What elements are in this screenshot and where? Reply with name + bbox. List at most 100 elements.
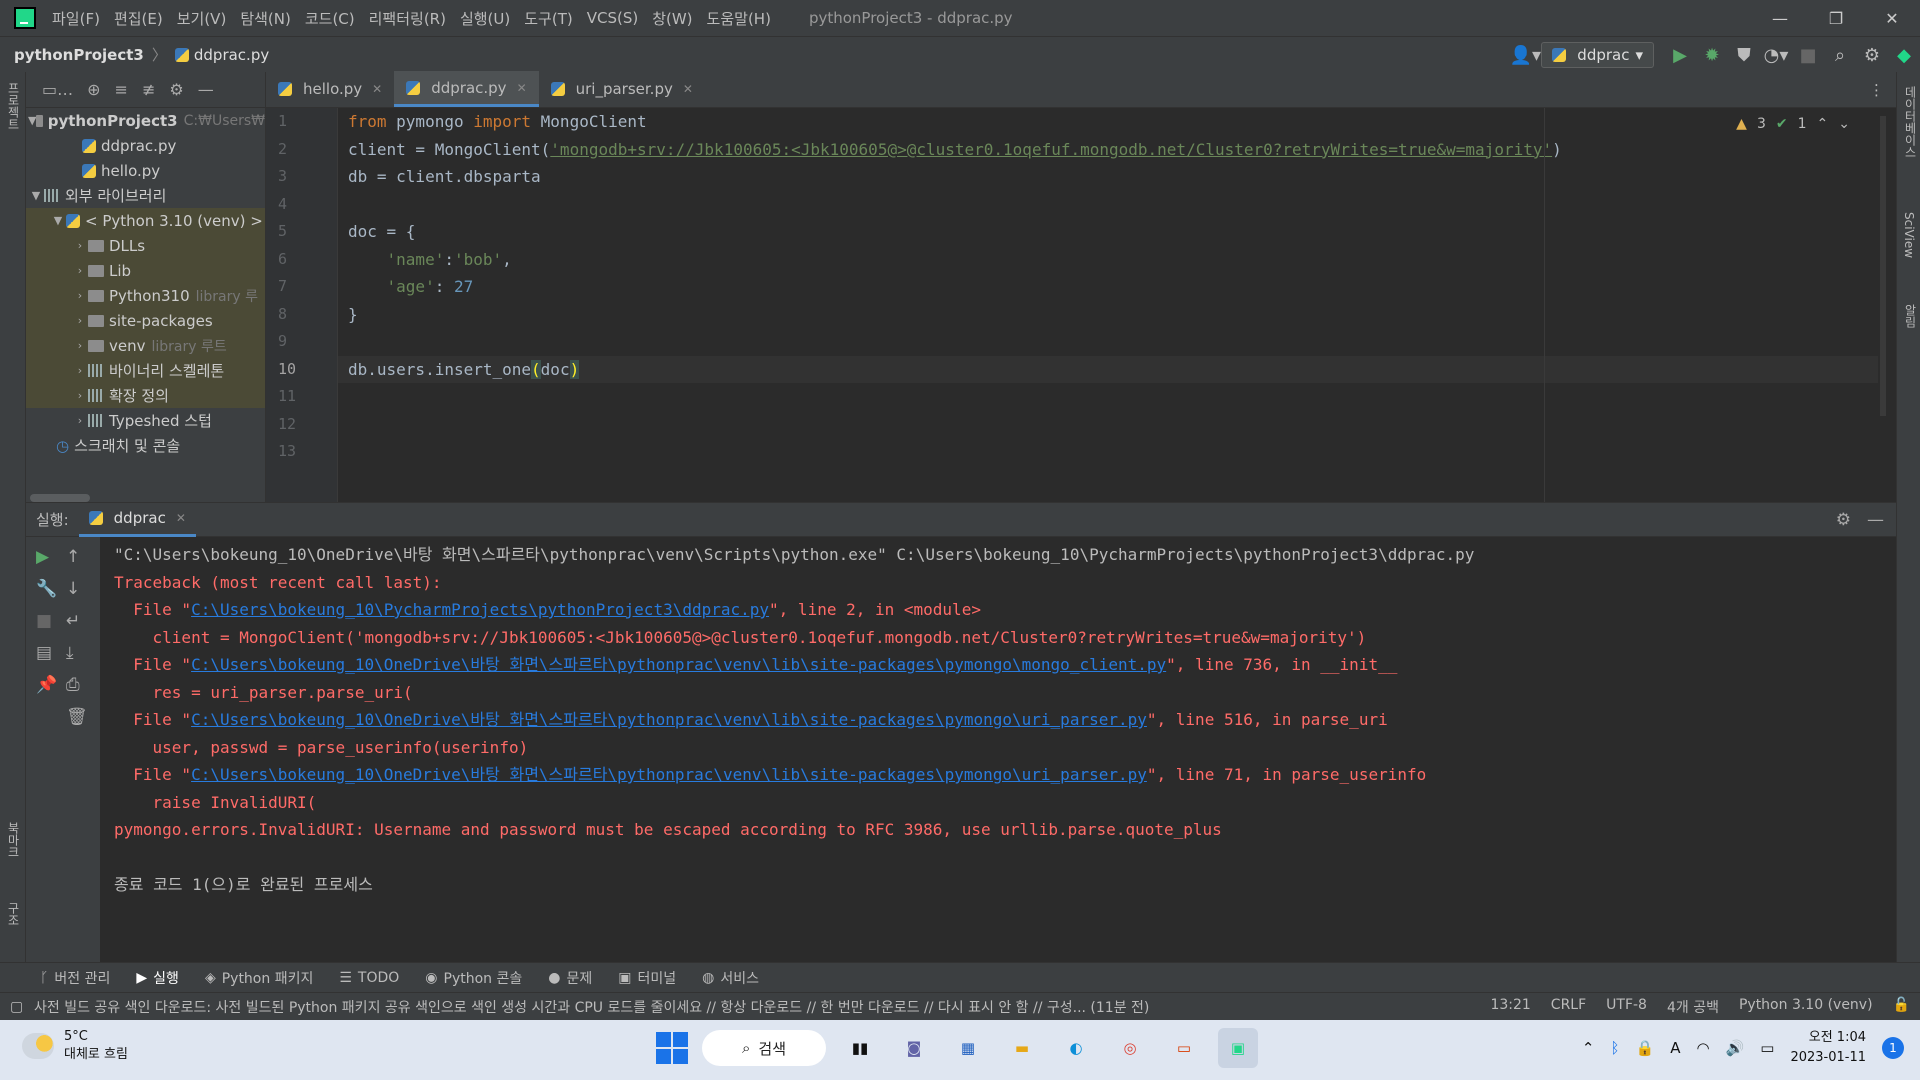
file-encoding[interactable]: UTF-8 [1606, 997, 1647, 1017]
sciview-tool-button[interactable]: SciView [1902, 212, 1916, 258]
line-separator[interactable]: CRLF [1551, 997, 1586, 1017]
rerun-icon[interactable]: ▶ [36, 547, 57, 567]
caret-position[interactable]: 13:21 [1490, 997, 1530, 1017]
stop-icon[interactable]: ■ [1792, 37, 1824, 73]
project-tool-button[interactable]: 프로젝트 [5, 82, 22, 130]
soft-wrap-icon[interactable]: ↵ [66, 611, 88, 631]
arrow-up-icon[interactable]: ↑ [66, 547, 88, 567]
expand-all-icon[interactable]: ≡ [115, 80, 128, 99]
print-icon[interactable]: ⎙ [66, 675, 88, 695]
tool-tab-services[interactable]: ◍ 서비스 [702, 968, 759, 988]
battery-icon[interactable]: ▭ [1760, 1039, 1774, 1057]
tree-python-env[interactable]: ▼ < Python 3.10 (venv) > [26, 208, 265, 233]
notifications-tool-button[interactable]: 알림 [1902, 304, 1919, 328]
indent-setting[interactable]: 4개 공백 [1667, 997, 1719, 1017]
minimize-button[interactable]: — [1752, 0, 1808, 36]
lock-icon[interactable]: 🔓 [1893, 997, 1910, 1017]
interpreter-selector[interactable]: Python 3.10 (venv) [1739, 997, 1873, 1017]
tree-item-binary-skeletons[interactable]: › 바이너리 스켈레톤 [26, 358, 265, 383]
run-tab-ddprac[interactable]: ddprac ✕ [78, 503, 196, 537]
tree-item-extensions[interactable]: › 확장 정의 [26, 383, 265, 408]
restore-button[interactable]: ❐ [1808, 0, 1864, 36]
file-link[interactable]: C:\Users\bokeung_10\OneDrive\바탕 화면\스파르타\… [191, 655, 1166, 674]
scroll-to-end-icon[interactable]: ⤓ [66, 643, 88, 663]
vertical-scrollbar[interactable] [1880, 116, 1886, 416]
close-icon[interactable]: ✕ [176, 511, 186, 525]
tree-file-ddprac[interactable]: ddprac.py [26, 133, 265, 158]
tool-tab-terminal[interactable]: ▣ 터미널 [618, 968, 676, 988]
trash-icon[interactable]: 🗑 [66, 707, 88, 727]
hide-icon[interactable]: — [1867, 510, 1884, 530]
chrome-icon[interactable]: ◎ [1110, 1028, 1150, 1068]
clock[interactable]: 오전 1:04 2023-01-11 [1790, 1028, 1866, 1068]
database-tool-button[interactable]: 데이터베이스 [1902, 86, 1919, 158]
wrench-icon[interactable]: 🔧 [36, 579, 57, 599]
locate-icon[interactable]: ⊕ [87, 80, 100, 99]
chevron-up-icon[interactable]: ⌃ [1817, 116, 1829, 132]
collapse-all-icon[interactable]: ≢ [142, 80, 155, 99]
tree-root[interactable]: ▼ pythonProject3 C:₩Users₩ [26, 108, 265, 133]
windows-start-icon[interactable] [656, 1032, 688, 1064]
tree-external-libraries[interactable]: ▼ 외부 라이브러리 [26, 183, 265, 208]
connection-string[interactable]: 'mongodb+srv://Jbk100605:<Jbk100605@>@cl… [550, 140, 1552, 159]
store-icon[interactable]: ▦ [948, 1028, 988, 1068]
debug-icon[interactable]: ✹ [1696, 37, 1728, 73]
file-explorer-icon[interactable]: ▬ [1002, 1028, 1042, 1068]
tool-tab-run[interactable]: ▶ 실행 [136, 968, 179, 988]
menu-code[interactable]: 코드(C) [305, 8, 355, 29]
file-link[interactable]: C:\Users\bokeung_10\PycharmProjects\pyth… [191, 600, 769, 619]
more-vertical-icon[interactable]: ⋮ [1869, 81, 1884, 99]
close-button[interactable]: ✕ [1864, 0, 1920, 36]
run-config-selector[interactable]: ddprac ▾ [1541, 42, 1654, 68]
search-icon[interactable]: ⌕ [1824, 37, 1856, 73]
tree-scratches[interactable]: ◷ 스크래치 및 콘솔 [26, 433, 265, 458]
tree-file-hello[interactable]: hello.py [26, 158, 265, 183]
menu-window[interactable]: 창(W) [652, 8, 692, 29]
menu-run[interactable]: 실행(U) [460, 8, 510, 29]
volume-icon[interactable]: 🔊 [1726, 1039, 1745, 1057]
gear-icon[interactable]: ⚙ [1836, 510, 1851, 530]
menu-view[interactable]: 보기(V) [177, 8, 227, 29]
toolbox-icon[interactable]: ◆ [1888, 37, 1920, 73]
tree-item-typeshed[interactable]: › Typeshed 스텁 [26, 408, 265, 433]
notification-badge[interactable]: 1 [1882, 1037, 1904, 1059]
coverage-icon[interactable]: ⛊ [1728, 37, 1760, 73]
tool-tab-problems[interactable]: ● 문제 [548, 968, 592, 988]
ime-indicator[interactable]: A [1670, 1039, 1680, 1057]
close-icon[interactable]: ✕ [683, 82, 693, 96]
tool-tab-vcs[interactable]: ᚴ 버전 관리 [40, 968, 110, 988]
menu-vcs[interactable]: VCS(S) [587, 9, 638, 27]
run-icon[interactable]: ▶ [1664, 37, 1696, 73]
menu-edit[interactable]: 편집(E) [114, 8, 163, 29]
tab-uri-parser[interactable]: uri_parser.py ✕ [539, 71, 705, 107]
chat-icon[interactable]: ◙ [894, 1028, 934, 1068]
menu-tools[interactable]: 도구(T) [524, 8, 572, 29]
breadcrumb-file[interactable]: ddprac.py [194, 46, 269, 64]
menu-help[interactable]: 도움말(H) [707, 8, 771, 29]
task-view-icon[interactable]: ▮▮ [840, 1028, 880, 1068]
weather-widget[interactable]: 5°C 대체로 흐림 [22, 1028, 128, 1064]
chevron-down-icon[interactable]: ⌄ [1838, 116, 1850, 132]
menu-navigate[interactable]: 탐색(N) [240, 8, 291, 29]
app-icon[interactable]: ▭ [1164, 1028, 1204, 1068]
close-icon[interactable]: ✕ [372, 82, 382, 96]
user-icon[interactable]: 👤▾ [1509, 37, 1541, 73]
structure-tool-button[interactable]: 구조 [5, 902, 22, 926]
tool-tab-python-packages[interactable]: ◈ Python 패키지 [205, 968, 313, 988]
stop-icon[interactable]: ■ [36, 611, 57, 631]
pin-icon[interactable]: 📌 [36, 675, 57, 695]
lock-icon[interactable]: 🔒 [1636, 1039, 1655, 1057]
status-message[interactable]: 사전 빌드 공유 색인 다운로드: 사전 빌드된 Python 패키지 공유 색… [34, 997, 1514, 1017]
view-mode-icon[interactable]: ▭… [42, 80, 73, 99]
tab-ddprac[interactable]: ddprac.py ✕ [394, 71, 539, 107]
arrow-down-icon[interactable]: ↓ [66, 579, 88, 599]
bluetooth-icon[interactable]: ᛒ [1611, 1039, 1620, 1057]
tree-item-python310[interactable]: › Python310 library 루 [26, 283, 265, 308]
bookmarks-tool-button[interactable]: 북마크 [5, 822, 22, 858]
panel-toggle-icon[interactable]: ▢ [10, 999, 23, 1015]
profile-icon[interactable]: ◔▾ [1760, 37, 1792, 73]
pycharm-taskbar-icon[interactable]: ▣ [1218, 1028, 1258, 1068]
wifi-icon[interactable]: ◠ [1696, 1039, 1709, 1057]
gear-icon[interactable]: ⚙ [1856, 37, 1888, 73]
tree-item-site-packages[interactable]: › site-packages [26, 308, 265, 333]
